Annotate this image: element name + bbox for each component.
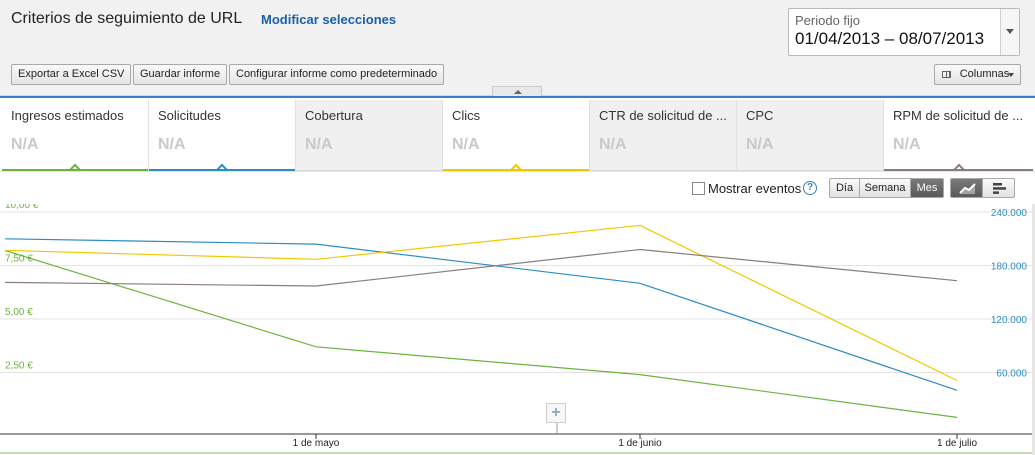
columns-button-label: Columnas — [959, 68, 1010, 80]
metric-label: Solicitudes — [158, 108, 221, 123]
metric-value: N/A — [158, 136, 186, 153]
line-chart-button[interactable] — [950, 178, 983, 198]
metric-tabs: Ingresos estimados N/A Solicitudes N/A C… — [2, 100, 1033, 175]
modify-selections-link[interactable]: Modificar selecciones — [261, 12, 396, 27]
left-axis-tick-label: 5,00 € — [5, 307, 33, 318]
chart-toolbar: Mostrar eventos ? Día Semana Mes — [0, 171, 1035, 204]
caret-down-icon — [1008, 73, 1014, 77]
metric-tab-cobertura[interactable]: Cobertura N/A — [296, 100, 443, 171]
show-events-checkbox[interactable] — [692, 182, 705, 195]
metric-tab-clics[interactable]: Clics N/A — [443, 100, 590, 175]
line-chart: 2,50 €5,00 €7,50 €10,00 €60.000120.00018… — [0, 204, 1032, 454]
set-default-report-button[interactable]: Configurar informe como predeterminado — [229, 64, 445, 85]
divider — [0, 96, 1035, 98]
metric-value: N/A — [11, 136, 39, 153]
chevron-down-icon — [1006, 29, 1014, 34]
metric-tab-rpm[interactable]: RPM de solicitud de ... N/A — [884, 100, 1033, 175]
metric-label: RPM de solicitud de ... — [893, 108, 1024, 123]
x-axis-tick-label: 1 de junio — [618, 438, 662, 449]
chevron-up-icon — [514, 90, 522, 94]
date-range-label: Periodo fijo — [795, 13, 861, 28]
bar-chart-icon — [993, 183, 1006, 194]
metric-value: N/A — [305, 136, 333, 153]
chart-area: 2,50 €5,00 €7,50 €10,00 €60.000 120.000 18… — [0, 204, 1035, 455]
date-dropdown-button[interactable] — [1000, 9, 1019, 55]
show-events-label: Mostrar eventos — [708, 181, 802, 196]
metric-tab-ingresos[interactable]: Ingresos estimados N/A — [2, 100, 149, 175]
metric-label: CPC — [746, 108, 774, 123]
help-icon[interactable]: ? — [803, 181, 817, 195]
metric-value: N/A — [893, 136, 921, 153]
right-axis-tick-label: 60.000 — [996, 369, 1027, 380]
save-report-button[interactable]: Guardar informe — [133, 64, 228, 85]
metric-label: CTR de solicitud de ... — [599, 108, 727, 123]
metric-label: Cobertura — [305, 108, 363, 123]
bar-chart-button[interactable] — [982, 178, 1015, 198]
metric-tab-ctr[interactable]: CTR de solicitud de ... N/A — [590, 100, 737, 171]
metric-tab-cpc[interactable]: CPC N/A — [737, 100, 884, 171]
right-axis-tick-label: 240.000 — [991, 208, 1028, 219]
date-range-picker[interactable]: Periodo fijo 01/04/2013 – 08/07/2013 — [788, 8, 1020, 56]
left-axis-tick-label: 10,00 € — [5, 204, 39, 211]
series-line-2 — [4, 224, 958, 382]
metric-value: N/A — [452, 136, 480, 153]
metric-value: N/A — [599, 136, 627, 153]
x-axis-tick-label: 1 de mayo — [293, 438, 340, 449]
metric-label: Clics — [452, 108, 481, 123]
metric-tab-solicitudes[interactable]: Solicitudes N/A — [149, 100, 296, 175]
report-header: Criterios de seguimiento de URL Modifica… — [0, 0, 1035, 97]
granularity-day-button[interactable]: Día — [829, 178, 860, 198]
export-csv-button[interactable]: Exportar a Excel CSV — [11, 64, 132, 85]
granularity-month-button[interactable]: Mes — [910, 178, 944, 198]
add-annotation-button[interactable]: + — [546, 403, 566, 423]
columns-button[interactable]: Columnas — [934, 64, 1021, 85]
right-axis-tick-label: 120.000 — [991, 315, 1028, 326]
series-line-0 — [4, 249, 958, 418]
left-axis-tick-label: 2,50 € — [5, 361, 33, 372]
page-title: Criterios de seguimiento de URL — [11, 10, 243, 27]
right-axis-tick-label: 180.000 — [991, 262, 1028, 273]
granularity-week-button[interactable]: Semana — [859, 178, 911, 198]
series-line-1 — [4, 238, 958, 391]
date-range-value: 01/04/2013 – 08/07/2013 — [795, 29, 985, 48]
metric-value: N/A — [746, 136, 774, 153]
x-axis-tick-label: 1 de julio — [937, 438, 977, 449]
columns-icon — [942, 71, 951, 78]
line-chart-icon — [959, 183, 976, 194]
metric-label: Ingresos estimados — [11, 108, 124, 123]
